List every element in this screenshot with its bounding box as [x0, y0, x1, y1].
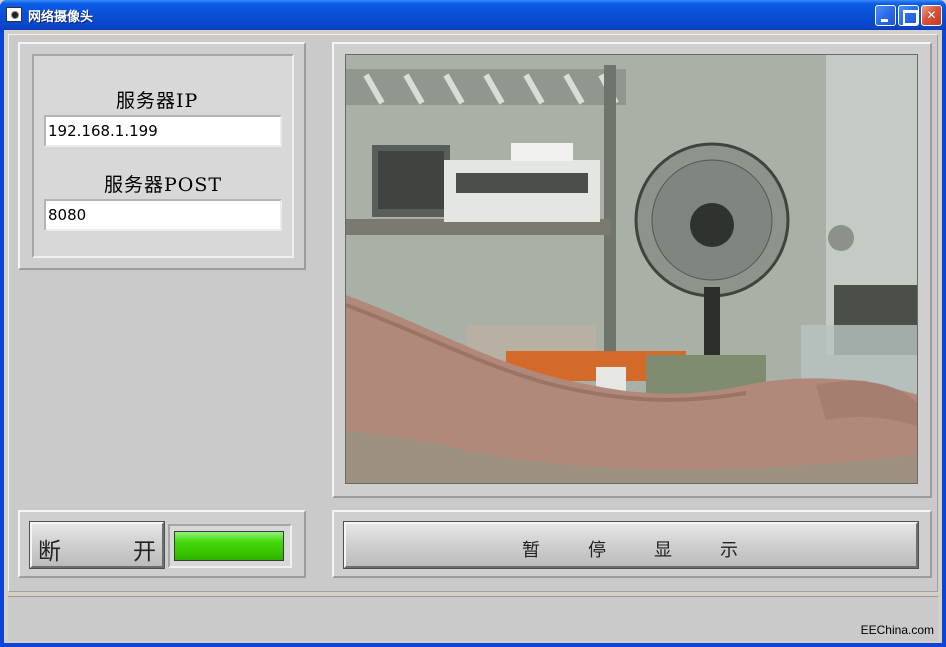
pause-char-2: 停	[588, 540, 606, 561]
maximize-button[interactable]	[898, 5, 919, 26]
disconnect-button[interactable]: 断 开	[29, 521, 165, 569]
minimize-button[interactable]	[875, 5, 896, 26]
close-button[interactable]: ✕	[921, 5, 942, 26]
title-bar[interactable]: 网络摄像头 ✕	[0, 0, 946, 30]
client-area: 服务器IP 192.168.1.199 服务器POST 8080 断 开 暂 停…	[4, 30, 942, 643]
pause-display-button[interactable]: 暂 停 显 示	[343, 521, 919, 569]
app-window: 网络摄像头 ✕ 服务器IP 192.168.1.199 服务器POST 8080	[0, 0, 946, 647]
server-ip-input[interactable]: 192.168.1.199	[44, 115, 282, 147]
connection-status-indicator	[174, 531, 284, 561]
server-port-input[interactable]: 8080	[44, 199, 282, 231]
pause-char-1: 暂	[522, 540, 540, 561]
disconnect-label-left: 断	[38, 539, 61, 565]
pause-char-4: 示	[720, 540, 738, 561]
pause-char-3: 显	[654, 540, 672, 561]
camera-video-feed	[345, 54, 918, 484]
server-port-label: 服务器POST	[104, 174, 223, 196]
app-camera-icon	[6, 7, 22, 22]
camera-frame-image	[346, 55, 917, 483]
window-title: 网络摄像头	[28, 10, 94, 25]
watermark-text: EEChina.com	[860, 623, 934, 637]
disconnect-label-right: 开	[133, 539, 156, 565]
status-bar: EEChina.com	[8, 596, 938, 641]
server-ip-label: 服务器IP	[116, 90, 199, 112]
close-icon: ✕	[926, 8, 937, 22]
